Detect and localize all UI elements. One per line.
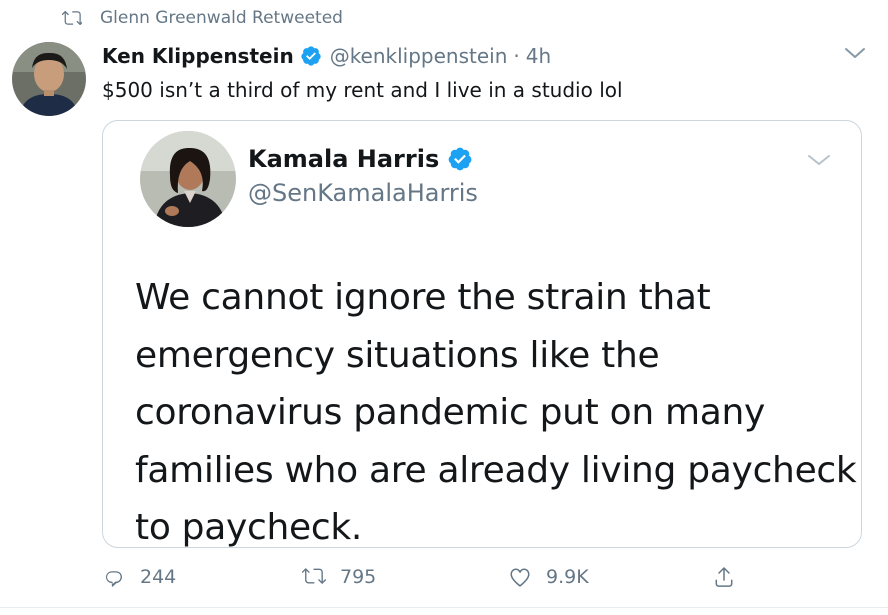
like-count: 9.9K	[546, 566, 589, 588]
reply-icon	[106, 571, 123, 587]
quoted-text-line: families who are already living paycheck	[135, 449, 857, 491]
chevron-down-icon[interactable]	[807, 151, 831, 169]
retweet-button[interactable]: 795	[302, 565, 376, 589]
quoted-author-avatar[interactable]	[140, 131, 236, 227]
quoted-author-name[interactable]: Kamala Harris	[248, 145, 439, 173]
quoted-author-handle[interactable]: @SenKamalaHarris	[248, 179, 478, 207]
avatar-image	[12, 42, 86, 116]
quoted-text-line: coronavirus pandemic put on many	[135, 392, 766, 433]
quoted-author-name-row: Kamala Harris	[248, 145, 481, 173]
separator-dot: ·	[513, 44, 520, 68]
author-name[interactable]: Ken Klippenstein	[102, 44, 294, 68]
verified-badge-icon	[448, 147, 472, 171]
quoted-tweet-card[interactable]: Kamala Harris @SenKamalaHarris We cannot…	[102, 120, 862, 548]
tweet-header: Ken Klippenstein @kenklippenstein · 4h	[102, 44, 551, 68]
chevron-down-icon[interactable]	[844, 44, 866, 62]
reply-count: 244	[140, 566, 177, 588]
retweeted-by-label: Glenn Greenwald Retweeted	[100, 8, 343, 28]
share-button[interactable]	[712, 565, 750, 589]
retweeted-by-row[interactable]: Glenn Greenwald Retweeted	[62, 8, 343, 28]
tweet-time[interactable]: 4h	[526, 44, 551, 68]
tweet-actions: 244 795 9.9K	[102, 565, 842, 595]
heart-icon	[510, 568, 530, 587]
quoted-avatar-image	[140, 131, 236, 227]
author-handle[interactable]: @kenklippenstein	[330, 44, 508, 68]
retweet-count: 795	[340, 566, 377, 588]
retweet-icon	[302, 568, 326, 584]
tweet-text: $500 isn’t a third of my rent and I live…	[102, 78, 623, 102]
reply-button[interactable]: 244	[102, 565, 176, 589]
like-button[interactable]: 9.9K	[508, 565, 589, 589]
divider	[0, 607, 888, 608]
author-avatar[interactable]	[12, 42, 86, 116]
quoted-text-line: to paycheck.	[135, 507, 363, 548]
retweet-icon	[62, 10, 82, 26]
verified-badge-icon	[301, 46, 321, 66]
quoted-tweet-text: We cannot ignore the strain that emergen…	[135, 269, 857, 548]
quoted-text-line: emergency situations like the	[135, 334, 660, 376]
quoted-text-line: We cannot ignore the strain that	[135, 277, 711, 318]
share-icon	[715, 567, 733, 587]
